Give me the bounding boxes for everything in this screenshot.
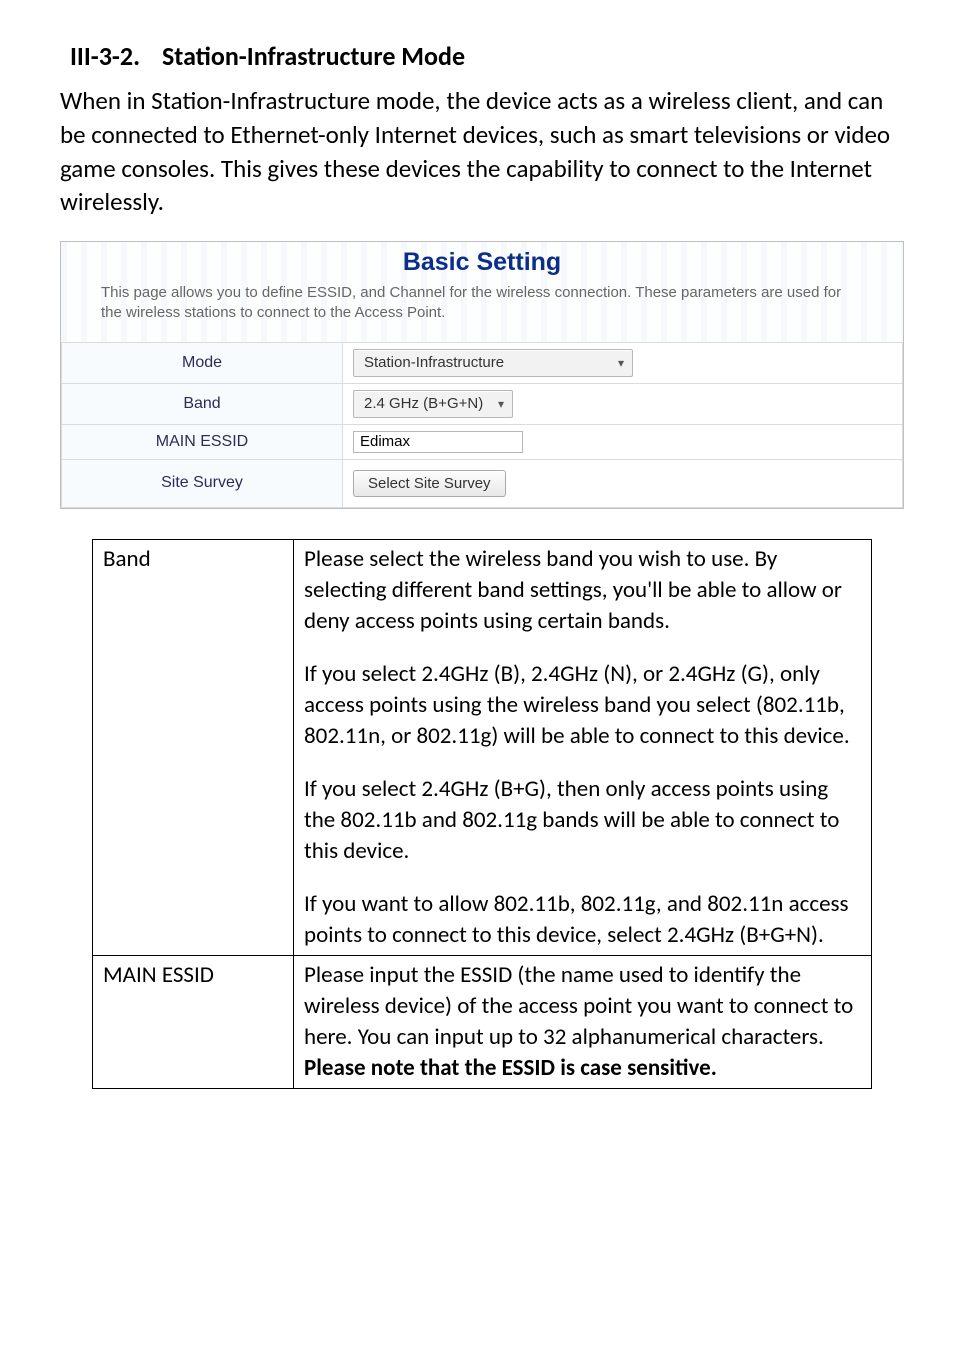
intro-paragraph: When in Station-Infrastructure mode, the… xyxy=(60,84,904,219)
mode-select-value: Station-Infrastructure xyxy=(364,354,504,371)
row-band: Band 2.4 GHz (B+G+N) ▾ xyxy=(62,383,903,424)
label-mode: Mode xyxy=(62,342,343,383)
desc-band-p4: If you want to allow 802.11b, 802.11g, a… xyxy=(304,889,861,951)
desc-essid-p1: Please input the ESSID (the name used to… xyxy=(304,961,853,1051)
desc-essid-label: MAIN ESSID xyxy=(93,956,294,1089)
settings-table: Mode Station-Infrastructure ▾ Band 2.4 G… xyxy=(61,342,903,508)
section-title: Station-Infrastructure Mode xyxy=(162,40,465,72)
band-select-value: 2.4 GHz (B+G+N) xyxy=(364,395,483,412)
basic-setting-panel: Basic Setting This page allows you to de… xyxy=(60,241,904,509)
essid-input[interactable] xyxy=(353,431,523,453)
panel-description: This page allows you to define ESSID, an… xyxy=(61,283,903,332)
chevron-down-icon: ▾ xyxy=(606,356,624,370)
description-table: Band Please select the wireless band you… xyxy=(92,539,872,1090)
label-site-survey: Site Survey xyxy=(62,459,343,507)
desc-band-p1: Please select the wireless band you wish… xyxy=(304,544,861,637)
desc-essid-text: Please input the ESSID (the name used to… xyxy=(294,956,872,1089)
desc-band-label: Band xyxy=(93,539,294,956)
select-site-survey-button[interactable]: Select Site Survey xyxy=(353,470,506,497)
row-site-survey: Site Survey Select Site Survey xyxy=(62,459,903,507)
chevron-down-icon: ▾ xyxy=(486,397,504,411)
desc-band-p2: If you select 2.4GHz (B), 2.4GHz (N), or… xyxy=(304,659,861,752)
desc-row-essid: MAIN ESSID Please input the ESSID (the n… xyxy=(93,956,872,1089)
desc-essid-p2: Please note that the ESSID is case sensi… xyxy=(304,1054,717,1082)
row-essid: MAIN ESSID xyxy=(62,424,903,459)
mode-select[interactable]: Station-Infrastructure ▾ xyxy=(353,349,633,377)
panel-title: Basic Setting xyxy=(61,248,903,277)
section-heading: III-3-2. Station-Infrastructure Mode xyxy=(70,40,904,72)
band-select[interactable]: 2.4 GHz (B+G+N) ▾ xyxy=(353,390,513,418)
desc-row-band: Band Please select the wireless band you… xyxy=(93,539,872,956)
row-mode: Mode Station-Infrastructure ▾ xyxy=(62,342,903,383)
label-band: Band xyxy=(62,383,343,424)
label-essid: MAIN ESSID xyxy=(62,424,343,459)
desc-band-text: Please select the wireless band you wish… xyxy=(294,539,872,956)
section-number: III-3-2. xyxy=(70,40,140,72)
desc-band-p3: If you select 2.4GHz (B+G), then only ac… xyxy=(304,774,861,867)
